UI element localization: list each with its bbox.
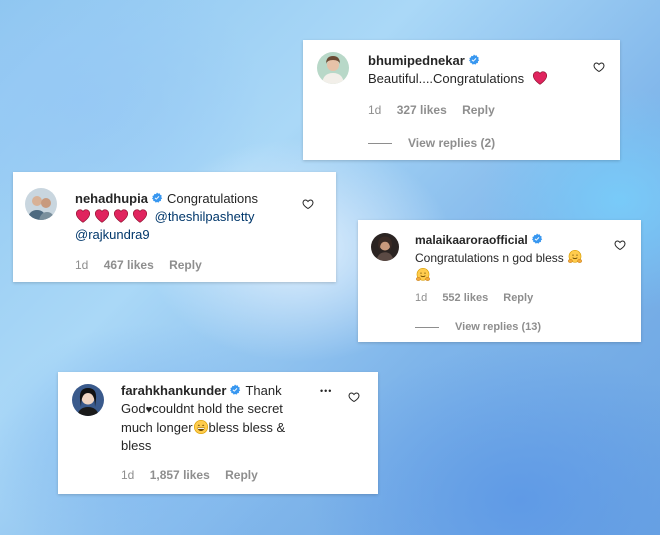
red-heart-emoji-icon xyxy=(532,71,548,85)
view-replies-button[interactable]: View replies (13) xyxy=(415,321,541,333)
verified-badge-icon xyxy=(151,192,163,204)
username[interactable]: malaikaaroraofficial xyxy=(415,233,528,247)
avatar[interactable] xyxy=(72,384,104,416)
username[interactable]: farahkhankunder xyxy=(121,383,226,398)
timestamp[interactable]: 1d xyxy=(415,292,427,304)
comment-meta: 1d 1,857 likes Reply xyxy=(121,468,270,482)
comment-text: Congratulations xyxy=(166,191,259,206)
likes-count[interactable]: 1,857 likes xyxy=(150,468,210,482)
comment-body: farahkhankunder Thank God♥couldnt hold th… xyxy=(121,382,311,455)
comment-text: Congratulations n god bless xyxy=(415,251,564,265)
comment-meta: 1d 327 likes Reply xyxy=(368,103,507,117)
comment-card-malaikaaroraofficial: malaikaaroraofficial Congratulations n g… xyxy=(358,220,641,342)
likes-count[interactable]: 467 likes xyxy=(104,258,154,272)
divider-line xyxy=(415,326,439,328)
likes-count[interactable]: 552 likes xyxy=(442,292,488,304)
verified-badge-icon xyxy=(229,384,241,396)
comment-card-nehadhupia: nehadhupia Congratulations @theshilpashet… xyxy=(13,172,336,282)
comment-text: Beautiful....Congratulations xyxy=(368,71,525,86)
like-heart-icon[interactable] xyxy=(348,391,360,403)
reply-button[interactable]: Reply xyxy=(503,292,533,304)
view-replies-button[interactable]: View replies (2) xyxy=(368,136,495,150)
comment-meta: 1d 467 likes Reply xyxy=(75,258,214,272)
reply-button[interactable]: Reply xyxy=(462,103,495,117)
mention-link[interactable]: @theshilpashetty xyxy=(155,209,255,224)
red-heart-emoji-icon xyxy=(75,209,91,223)
username[interactable]: nehadhupia xyxy=(75,191,148,206)
heart-emoji-group xyxy=(75,209,151,224)
reply-button[interactable]: Reply xyxy=(225,468,258,482)
like-heart-icon[interactable] xyxy=(614,239,626,251)
mention-link[interactable]: @rajkundra9 xyxy=(75,227,150,242)
avatar[interactable] xyxy=(317,52,349,84)
red-heart-emoji-icon xyxy=(113,209,129,223)
comment-card-bhumipednekar: bhumipednekar Beautiful....Congratulatio… xyxy=(303,40,620,160)
divider-line xyxy=(368,143,392,145)
like-heart-icon[interactable] xyxy=(302,198,314,210)
hugging-face-emoji-icon xyxy=(567,249,583,265)
comment-card-farahkhankunder: farahkhankunder Thank God♥couldnt hold th… xyxy=(58,372,378,494)
likes-count[interactable]: 327 likes xyxy=(397,103,447,117)
red-heart-emoji-icon xyxy=(94,209,110,223)
timestamp[interactable]: 1d xyxy=(75,258,88,272)
more-options-icon[interactable]: ••• xyxy=(320,386,332,396)
reply-button[interactable]: Reply xyxy=(169,258,202,272)
grinning-face-emoji-icon xyxy=(193,419,209,435)
comment-body: bhumipednekar Beautiful....Congratulatio… xyxy=(368,52,578,88)
hugging-face-emoji-icon xyxy=(415,267,431,283)
view-replies-label: View replies (13) xyxy=(455,321,542,333)
like-heart-icon[interactable] xyxy=(593,61,605,73)
view-replies-label: View replies (2) xyxy=(408,136,496,150)
verified-badge-icon xyxy=(468,54,480,66)
timestamp[interactable]: 1d xyxy=(121,468,134,482)
avatar[interactable] xyxy=(25,188,57,220)
comment-body: nehadhupia Congratulations @theshilpashet… xyxy=(75,190,300,244)
comment-meta: 1d 552 likes Reply xyxy=(415,292,545,304)
verified-badge-icon xyxy=(531,233,543,245)
timestamp[interactable]: 1d xyxy=(368,103,381,117)
red-heart-emoji-icon xyxy=(132,209,148,223)
comment-body: malaikaaroraofficial Congratulations n g… xyxy=(415,232,620,285)
avatar[interactable] xyxy=(371,233,399,261)
username[interactable]: bhumipednekar xyxy=(368,53,465,68)
